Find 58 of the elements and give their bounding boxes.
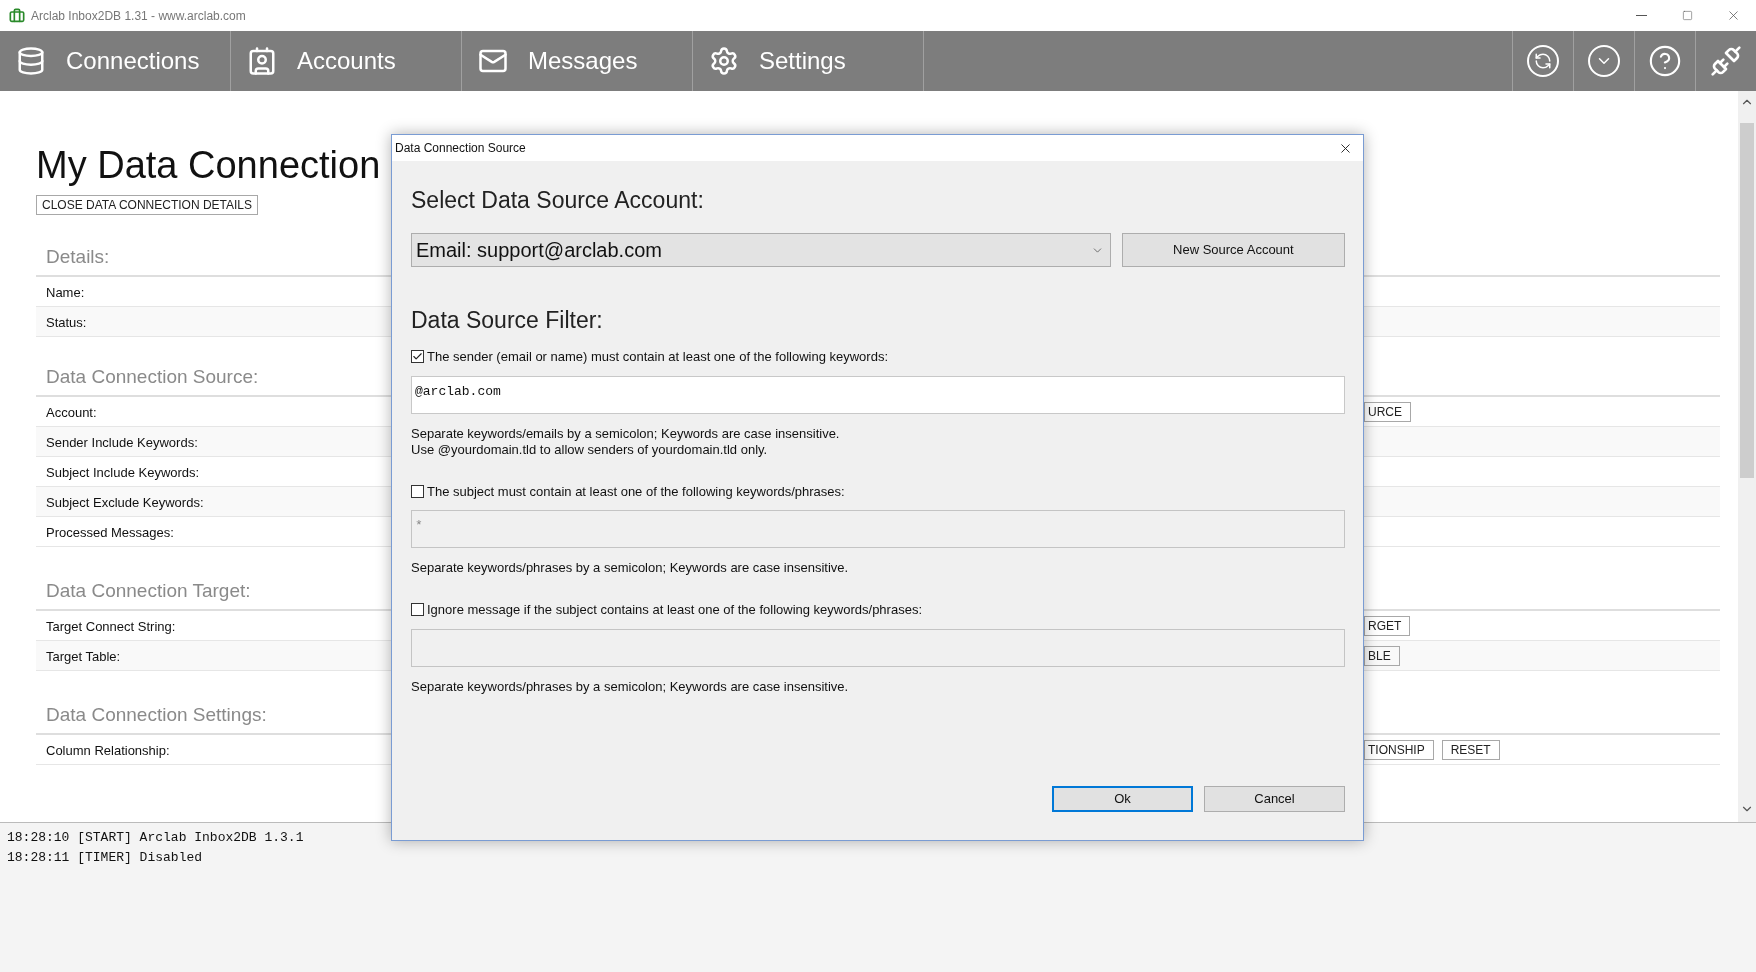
maximize-icon xyxy=(1681,10,1693,21)
row-button[interactable]: RESET xyxy=(1441,739,1500,760)
help-icon xyxy=(1648,44,1682,78)
help-text: Separate keywords/phrases by a semicolon; Keywords are case insensitive. xyxy=(411,560,849,576)
nav-tab[interactable]: Connections xyxy=(0,31,231,91)
help-text: Separate keywords/phrases by a semicolon; Keywords are case insensitive. xyxy=(411,678,849,695)
field-label: Name: xyxy=(46,284,85,300)
checkbox-label: The sender (email or name) must contain at least one of the following keywords: xyxy=(427,348,888,366)
log-line: 18:28:11 [TIMER] Disabled xyxy=(7,849,203,867)
checkbox-label: Ignore message if the subject contains at least one of the following keywords/phrases: xyxy=(427,601,922,619)
scrollbar-thumb[interactable] xyxy=(1740,123,1754,478)
field-label: Column Relationship: xyxy=(46,742,170,758)
section-heading: Select Data Source Account: xyxy=(411,186,705,215)
field-label: Account: xyxy=(46,404,97,420)
dialog-button[interactable]: Ok xyxy=(1052,786,1193,812)
minimize-icon xyxy=(1635,15,1647,16)
checkbox[interactable] xyxy=(411,350,424,364)
section-heading: Data Connection Target: xyxy=(46,578,251,603)
section-heading: Data Connection Settings: xyxy=(46,702,267,727)
database-icon xyxy=(16,46,46,76)
section-heading: Data Connection Source: xyxy=(46,364,259,389)
scrollbar[interactable] xyxy=(1738,91,1756,822)
app-icon xyxy=(9,7,25,24)
help-text: Separate keywords/emails by a semicolon; Keywords are case insensitive. xyxy=(411,425,840,442)
checkbox[interactable] xyxy=(411,484,424,498)
checkbox[interactable] xyxy=(411,603,424,617)
nav-tab[interactable]: Settings xyxy=(693,31,924,91)
field-label: Subject Include Keywords: xyxy=(46,464,200,480)
dialog-title: Data Connection Source xyxy=(395,140,526,157)
field-label: Target Connect String: xyxy=(46,618,176,634)
nav-tab[interactable]: Accounts xyxy=(231,31,462,91)
account-select[interactable]: Email: support@arclab.com xyxy=(411,233,1111,267)
settings-icon xyxy=(709,46,739,76)
window-title: Arclab Inbox2DB 1.31 - www.arclab.com xyxy=(31,7,246,25)
field-label: Sender Include Keywords: xyxy=(46,434,198,450)
help-text: Use @yourdomain.tld to allow senders of yourdomain.tld only. xyxy=(411,441,768,458)
close-details-button[interactable]: CLOSE DATA CONNECTION DETAILS xyxy=(36,195,259,215)
checkbox-label: The subject must contain at least one of the following keywords/phrases: xyxy=(427,482,845,501)
row-button[interactable]: TIONSHIP xyxy=(1364,739,1434,760)
row-button[interactable]: URCE xyxy=(1364,401,1411,422)
refresh-icon xyxy=(1527,45,1559,77)
section-heading: Data Source Filter: xyxy=(411,306,604,335)
dialog-button[interactable]: Cancel xyxy=(1204,786,1345,812)
field-label: Processed Messages: xyxy=(46,524,174,540)
nav-tab[interactable]: Messages xyxy=(462,31,693,91)
section-heading: Details: xyxy=(46,244,110,269)
row-button[interactable]: BLE xyxy=(1364,645,1400,666)
keywords-field[interactable] xyxy=(411,628,1345,667)
new-source-account-button[interactable]: New Source Account xyxy=(1121,233,1345,267)
page-title: My Data Connection xyxy=(36,143,381,188)
plug-icon xyxy=(1710,45,1742,77)
field-label: Status: xyxy=(46,314,87,330)
field-label: Subject Exclude Keywords: xyxy=(46,494,204,510)
row-button[interactable]: RGET xyxy=(1364,615,1411,636)
field-label: Target Table: xyxy=(46,648,121,664)
contact-card-icon xyxy=(247,46,277,76)
log-line: 18:28:10 [START] Arclab Inbox2DB 1.3.1 xyxy=(7,829,304,847)
keywords-field[interactable]: @arclab.com xyxy=(411,375,1345,414)
